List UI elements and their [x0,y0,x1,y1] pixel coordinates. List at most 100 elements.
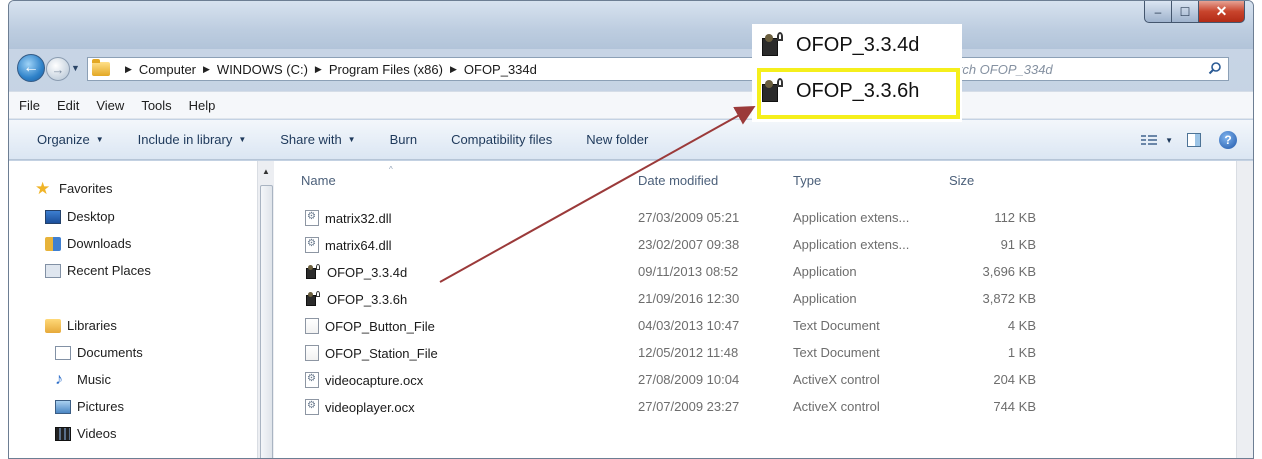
new-folder-button[interactable]: New folder [586,132,648,147]
burn-button[interactable]: Burn [390,132,417,147]
table-row[interactable]: OFOP_3.3.4d 09/11/2013 08:52 Application… [9,260,1253,287]
file-name: matrix32.dll [325,210,392,226]
file-name-cell: OFOP_Button_File [305,318,435,334]
menu-view[interactable]: View [96,98,124,113]
file-type-cell: Application [793,291,857,306]
column-header-date[interactable]: Date modified [638,173,718,188]
date-modified-cell: 23/02/2007 09:38 [638,237,740,252]
menu-edit[interactable]: Edit [57,98,79,113]
file-type-cell: Application extens... [793,210,910,225]
help-icon[interactable]: ? [1219,131,1237,149]
breadcrumb-separator-icon[interactable]: ▶ [203,64,210,75]
search-input[interactable]: rch OFOP_334d [929,57,1229,81]
date-modified-cell: 04/03/2013 10:47 [638,318,740,333]
dll-file-icon [305,210,319,226]
search-icon[interactable] [1208,61,1222,75]
table-row[interactable]: videoplayer.ocx 27/07/2009 23:27 ActiveX… [9,395,1253,422]
folder-icon [92,59,110,76]
search-placeholder: rch OFOP_334d [958,61,1053,77]
table-row[interactable]: OFOP_Button_File 04/03/2013 10:47 Text D… [9,314,1253,341]
back-button[interactable]: ← [17,54,45,82]
file-name: matrix64.dll [325,237,392,253]
breadcrumb-current-folder[interactable]: OFOP_334d [464,62,537,77]
file-name: OFOP_3.3.4d [327,264,408,280]
table-row[interactable]: videocapture.ocx 27/08/2009 10:04 Active… [9,368,1253,395]
file-name: OFOP_3.3.6h [327,291,408,307]
column-header-type[interactable]: Type [793,173,821,188]
nav-label: Favorites [59,181,113,196]
organize-label: Organize [37,132,90,147]
close-button[interactable]: ✕ [1199,1,1245,23]
file-size-cell: 3,872 KB [982,291,1037,306]
breadcrumb-computer[interactable]: Computer [139,62,196,77]
highlight-box [757,68,960,119]
table-row[interactable]: matrix64.dll 23/02/2007 09:38 Applicatio… [9,233,1253,260]
menu-help[interactable]: Help [189,98,216,113]
file-name-cell: matrix64.dll [305,237,391,253]
file-list-scrollbar[interactable] [1236,161,1253,458]
file-name-cell: OFOP_3.3.4d [305,264,407,280]
breadcrumb-separator-icon[interactable]: ▶ [315,64,322,75]
application-icon [305,264,321,280]
menu-tools[interactable]: Tools [141,98,171,113]
application-icon [305,291,321,307]
forward-button[interactable]: → [46,57,70,81]
file-size-cell: 112 KB [994,210,1036,225]
recent-pages-dropdown[interactable]: ▼ [71,63,80,73]
nav-favorites[interactable]: ★ Favorites [35,178,113,198]
dll-file-icon [305,237,319,253]
file-name-cell: videocapture.ocx [305,372,423,388]
date-modified-cell: 27/07/2009 23:27 [638,399,740,414]
minimize-button[interactable]: – [1144,1,1172,23]
navigation-row: ← → ▼ ▶ Computer ▶ WINDOWS (C:) ▶ Progra… [9,49,1253,85]
nav-label: Videos [77,426,117,441]
text-file-icon [305,318,319,334]
ocx-file-icon [305,399,319,415]
star-icon: ★ [35,178,51,198]
file-size-cell: 1 KB [1007,345,1036,360]
date-modified-cell: 09/11/2013 08:52 [638,264,739,279]
date-modified-cell: 21/09/2016 12:30 [638,291,740,306]
table-row[interactable]: OFOP_3.3.6h 21/09/2016 12:30 Application… [9,287,1253,314]
command-bar: Organize ▼ Include in library ▼ Share wi… [9,120,1253,160]
table-row[interactable]: matrix32.dll 27/03/2009 05:21 Applicatio… [9,206,1253,233]
chevron-down-icon: ▼ [347,135,356,144]
file-name: videocapture.ocx [325,372,424,388]
explorer-window: – ☐ ✕ ← → ▼ ▶ Computer ▶ WINDOWS (C:) ▶ … [8,0,1254,459]
share-with-button[interactable]: Share with ▼ [280,132,355,147]
organize-button[interactable]: Organize ▼ [37,132,104,147]
file-size-cell: 204 KB [993,372,1036,387]
date-modified-cell: 27/08/2009 10:04 [638,372,740,387]
file-size-cell: 744 KB [993,399,1036,414]
menu-file[interactable]: File [19,98,40,113]
preview-pane-icon[interactable] [1187,133,1201,147]
chevron-down-icon[interactable]: ▼ [1165,136,1173,145]
breadcrumb-drive[interactable]: WINDOWS (C:) [217,62,308,77]
column-header-name[interactable]: Name [301,173,336,188]
text-file-icon [305,345,319,361]
date-modified-cell: 27/03/2009 05:21 [638,210,740,225]
file-size-cell: 91 KB [1000,237,1036,252]
breadcrumb-separator-icon[interactable]: ▶ [125,64,132,75]
include-in-library-label: Include in library [137,132,233,147]
file-type-cell: Text Document [793,318,880,333]
breadcrumb-separator-icon[interactable]: ▶ [450,64,457,75]
nav-videos[interactable]: Videos [55,426,117,441]
maximize-button[interactable]: ☐ [1172,1,1199,23]
table-row[interactable]: OFOP_Station_File 12/05/2012 11:48 Text … [9,341,1253,368]
chevron-down-icon: ▼ [238,135,247,144]
file-name-cell: videoplayer.ocx [305,399,415,415]
file-type-cell: Application extens... [793,237,910,252]
file-type-cell: Application [793,264,857,279]
breadcrumb-program-files[interactable]: Program Files (x86) [329,62,443,77]
sort-ascending-icon: ^ [389,165,393,174]
share-with-label: Share with [280,132,342,147]
date-modified-cell: 12/05/2012 11:48 [638,345,739,360]
chevron-down-icon: ▼ [95,135,104,144]
caption-buttons: – ☐ ✕ [1144,1,1245,23]
column-header-size[interactable]: Size [949,173,974,188]
include-in-library-button[interactable]: Include in library ▼ [138,132,247,147]
scroll-up-icon[interactable]: ▲ [262,167,270,176]
compatibility-files-button[interactable]: Compatibility files [451,132,552,147]
change-view-icon[interactable] [1141,134,1158,146]
